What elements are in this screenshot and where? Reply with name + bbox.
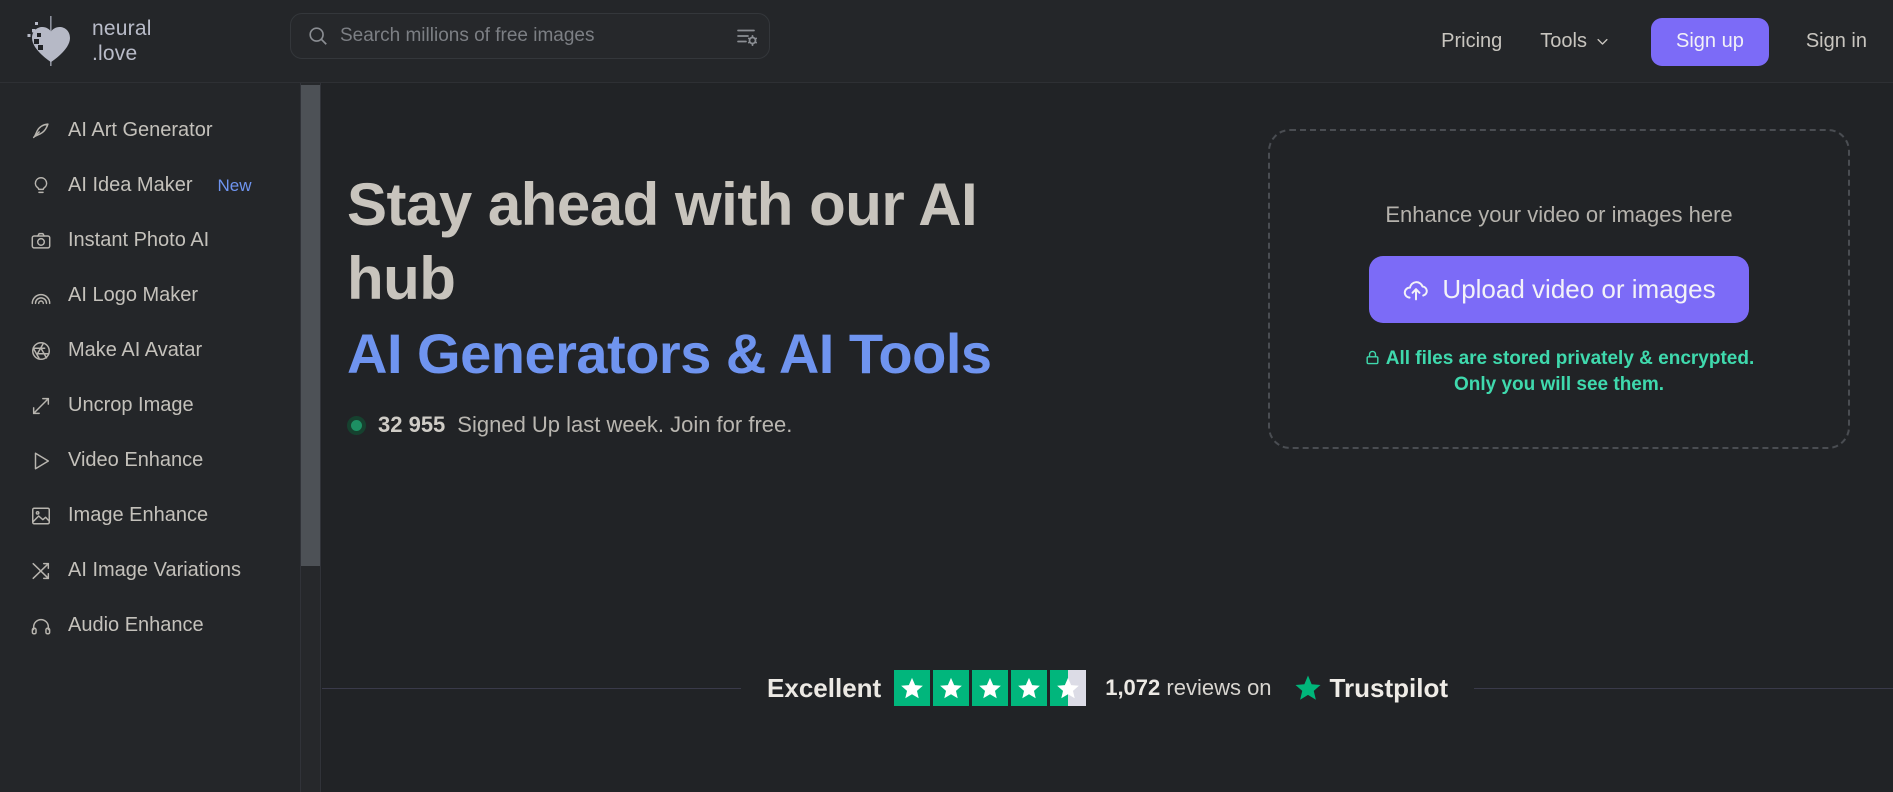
top-header: neural.love Pricing Too: [0, 0, 1893, 83]
star-icon: [1011, 670, 1048, 706]
search-bar[interactable]: [290, 13, 770, 59]
sidebar-item-label: Uncrop Image: [68, 394, 194, 416]
sidebar-item-label: Instant Photo AI: [68, 229, 210, 251]
header-nav: Pricing Tools Sign up Sign in: [1422, 0, 1871, 83]
feather-pen-icon: [32, 122, 49, 138]
status-dot-icon: [347, 415, 366, 435]
hero-section: Stay ahead with our AI hub AI Generators…: [347, 168, 1087, 438]
divider-left: [322, 687, 742, 689]
heart-logo-icon: [27, 16, 70, 66]
sidebar-item-ai-image-variations[interactable]: AI Image Variations: [0, 543, 300, 598]
page-subtitle: AI Generators & AI Tools: [347, 322, 992, 385]
star-icon: [972, 670, 1009, 706]
sidebar-item-make-ai-avatar[interactable]: Make AI Avatar: [0, 323, 300, 378]
sidebar-item-ai-idea-maker[interactable]: AI Idea Maker New: [0, 158, 300, 213]
search-input[interactable]: [340, 25, 725, 47]
sidebar-item-label: AI Image Variations: [68, 559, 242, 581]
sidebar-item-badge-new: New: [217, 175, 252, 195]
sidebar-item-instant-photo-ai[interactable]: Instant Photo AI: [0, 213, 300, 268]
nav-pricing-label: Pricing: [1441, 30, 1503, 52]
sidebar-item-video-enhance[interactable]: Video Enhance: [0, 433, 300, 488]
sidebar-item-label: AI Idea Maker: [68, 174, 193, 196]
star-icon: [933, 670, 970, 706]
aperture-icon: [32, 341, 50, 360]
review-count-number: 1,072: [1105, 675, 1161, 700]
shuffle-icon: [32, 562, 50, 579]
picture-icon: [32, 506, 50, 525]
trustpilot-review-count: 1,072 reviews on: [1105, 675, 1271, 701]
brand-name-line1: neural: [92, 17, 152, 40]
sidebar-item-image-enhance[interactable]: Image Enhance: [0, 488, 300, 543]
divider-right: [1473, 687, 1893, 689]
sidebar-nav: AI Art Generator AI Idea Maker New Insta…: [0, 83, 300, 792]
sidebar-scrollbar-thumb[interactable]: [301, 85, 320, 566]
upload-button[interactable]: Upload video or images: [1369, 256, 1749, 323]
chevron-down-icon: [1597, 38, 1608, 45]
signup-stats-text: Signed Up last week. Join for free.: [457, 412, 793, 437]
lightbulb-icon: [34, 176, 48, 193]
trustpilot-star-icon: [1295, 675, 1321, 700]
sidebar-item-label: Audio Enhance: [68, 614, 204, 636]
star-icon: [894, 670, 931, 706]
signup-stats: 32 955 Signed Up last week. Join for fre…: [347, 412, 1087, 438]
play-triangle-icon: [34, 451, 50, 470]
search-icon: [309, 27, 327, 45]
sidebar-scrollbar-track[interactable]: [300, 83, 321, 792]
sidebar-item-label: Make AI Avatar: [68, 339, 203, 361]
sidebar-item-label: AI Logo Maker: [68, 284, 199, 306]
lock-icon: [1366, 350, 1379, 365]
trustpilot-brand[interactable]: Trustpilot: [1293, 673, 1448, 704]
sidebar-item-label: Video Enhance: [68, 449, 204, 471]
sidebar-item-label: AI Art Generator: [68, 119, 213, 141]
brand-logo[interactable]: neural .love: [22, 12, 152, 70]
page-title: Stay ahead with our AI hub: [347, 171, 978, 312]
trustpilot-brand-label: Trustpilot: [1329, 672, 1448, 703]
trustpilot-widget[interactable]: Excellent 1,072 reviews on Trustpilot: [741, 670, 1474, 706]
trustpilot-stars: [894, 670, 1087, 706]
sidebar-item-ai-art-generator[interactable]: AI Art Generator: [0, 103, 300, 158]
headphones-icon: [31, 618, 51, 635]
upload-button-label: Upload video or images: [1442, 274, 1716, 304]
cloud-upload-icon: [1404, 280, 1429, 300]
nav-pricing[interactable]: Pricing: [1422, 30, 1521, 53]
sign-up-button[interactable]: Sign up: [1651, 17, 1769, 66]
review-count-text: reviews on: [1166, 675, 1272, 700]
upload-hint-text: Enhance your video or images here: [1385, 202, 1733, 227]
sign-in-label: Sign in: [1805, 30, 1867, 52]
signup-count: 32 955: [378, 412, 446, 437]
search-filter-button[interactable]: [725, 14, 769, 58]
sidebar-item-ai-logo-maker[interactable]: AI Logo Maker: [0, 268, 300, 323]
brand-name: neural .love: [92, 16, 152, 66]
brand-name-line2: .love: [92, 42, 138, 65]
privacy-line-1: All files are stored privately & encrypt…: [1385, 348, 1755, 369]
sidebar-item-audio-enhance[interactable]: Audio Enhance: [0, 598, 300, 653]
nav-tools[interactable]: Tools: [1521, 30, 1629, 53]
trustpilot-rating-word: Excellent: [767, 672, 882, 703]
privacy-notice: All files are stored privately & encrypt…: [1364, 346, 1755, 398]
nav-tools-label: Tools: [1540, 30, 1587, 52]
sidebar-item-label: Image Enhance: [68, 504, 209, 526]
expand-arrows-icon: [32, 397, 50, 414]
upload-dropzone[interactable]: Enhance your video or images here Upload…: [1268, 129, 1850, 449]
rainbow-arch-icon: [31, 293, 51, 304]
star-half-icon: [1050, 670, 1087, 706]
privacy-line-2: Only you will see them.: [1453, 374, 1665, 395]
sidebar-item-uncrop-image[interactable]: Uncrop Image: [0, 378, 300, 433]
trustpilot-bar: Excellent 1,072 reviews on Trustpilot: [322, 648, 1893, 728]
camera-icon: [31, 232, 51, 249]
main-content: Stay ahead with our AI hub AI Generators…: [322, 83, 1893, 792]
sign-in-link[interactable]: Sign in: [1787, 30, 1871, 53]
filter-settings-icon: [737, 29, 758, 47]
